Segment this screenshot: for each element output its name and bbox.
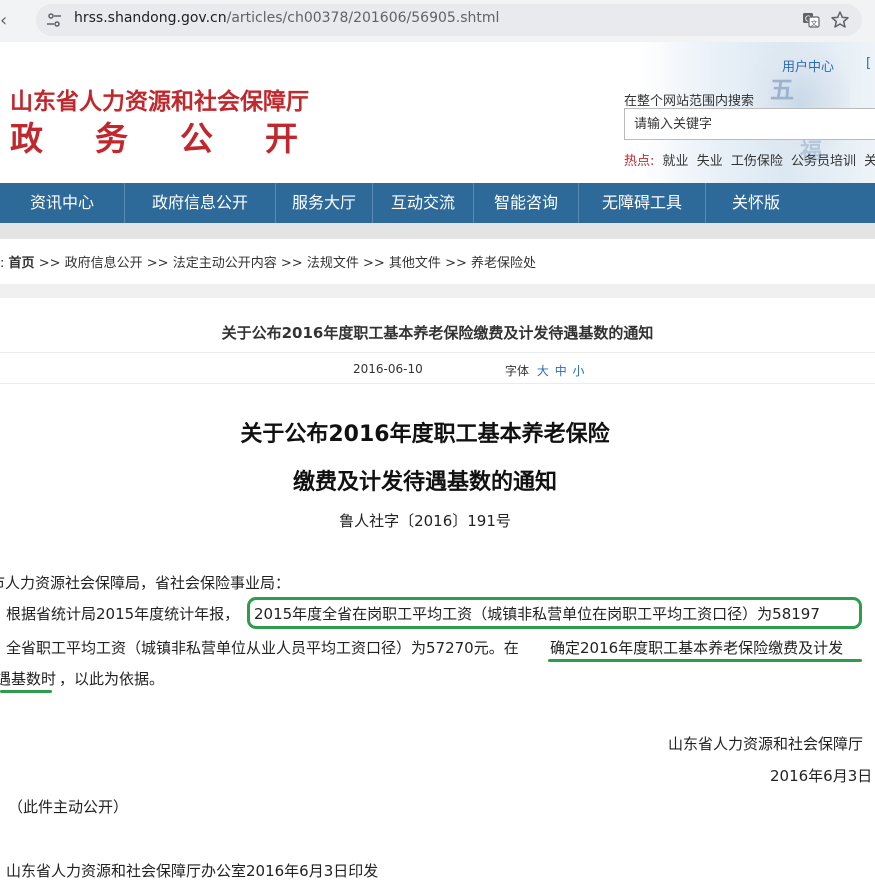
breadcrumb-sep: >> [445, 256, 467, 271]
signature-issuer: 山东省人力资源和社会保障厅 [668, 735, 864, 753]
document-number: 鲁人社字〔2016〕191号 [339, 512, 511, 530]
paragraph-line2-lead: 全省职工平均工资（城镇非私营单位从业人员平均工资口径）为57270元。在 [6, 639, 519, 657]
breadcrumb-sep: >> [280, 256, 303, 271]
breadcrumb: : 首页 >> 政府信息公开 >> 法定主动公开内容 >> 法规文件 >> 其他… [0, 252, 536, 271]
font-size-medium[interactable]: 中 [555, 364, 567, 378]
nav-item-interaction[interactable]: 互动交流 [373, 183, 473, 223]
article-title: 关于公布2016年度职工基本养老保险缴费及计发待遇基数的通知 [221, 324, 654, 342]
highlight-box [247, 597, 862, 629]
url-path: /articles/ch00378/201606/56905.shtml [226, 10, 500, 26]
hot-link[interactable]: 失业 [697, 154, 723, 169]
paragraph-line1-lead: 根据省统计局2015年度统计年报， [6, 605, 240, 623]
search-box[interactable] [624, 108, 875, 140]
url-host: hrss.shandong.gov.cn [74, 10, 227, 26]
address-bar[interactable]: hrss.shandong.gov.cn/articles/ch00378/20… [36, 4, 862, 36]
nav-item-accessibility[interactable]: 无障碍工具 [579, 183, 705, 223]
site-settings-icon[interactable] [46, 12, 62, 28]
font-size-small[interactable]: 小 [573, 364, 585, 378]
font-size-label: 字体 [505, 364, 530, 378]
deco-char: 五 [770, 75, 794, 104]
signature-date: 2016年6月3日 [770, 767, 873, 785]
site-subtitle: 政务公开 [10, 119, 350, 158]
breadcrumb-item[interactable]: 养老保险处 [471, 256, 536, 271]
user-bracket: [ [866, 56, 872, 71]
publish-date: 2016-06-10 [353, 362, 423, 376]
header-separator-band [0, 223, 875, 239]
font-size-switcher: 字体 大 中 小 [505, 362, 585, 379]
bookmark-star-icon[interactable] [830, 10, 850, 30]
main-nav: 资讯中心 政府信息公开 服务大厅 互动交流 智能咨询 无障碍工具 关怀版 [0, 183, 875, 223]
user-center-link[interactable]: 用户中心 [782, 56, 834, 75]
svg-text:文: 文 [811, 19, 818, 28]
paragraph-line2-highlight: 确定2016年度职工基本养老保险缴费及计发 [550, 639, 844, 657]
breadcrumb-item[interactable]: 法规文件 [307, 256, 359, 271]
nav-item-news[interactable]: 资讯中心 [0, 183, 124, 223]
nav-item-gov-info[interactable]: 政府信息公开 [125, 183, 275, 223]
breadcrumb-item[interactable]: 其他文件 [389, 256, 441, 271]
translate-icon[interactable]: G 文 [802, 11, 820, 29]
meta-divider [0, 352, 875, 353]
highlight-underline [548, 659, 862, 662]
highlight-underline [0, 690, 52, 693]
salutation: 市人力资源社会保障局，省社会保险事业局： [0, 574, 291, 592]
breadcrumb-sep: >> [146, 256, 169, 271]
nav-item-service-hall[interactable]: 服务大厅 [276, 183, 372, 223]
breadcrumb-home[interactable]: 首页 [9, 256, 35, 271]
font-size-large[interactable]: 大 [537, 364, 549, 378]
hot-link[interactable]: 关 [864, 154, 875, 169]
site-header: 五 福 山东省人力资源和社会保障厅 政务公开 用户中心 [ 在整个网站范围内搜索… [0, 42, 875, 183]
hot-label: 热点: [624, 154, 655, 169]
issued-by: 山东省人力资源和社会保障厅办公室2016年6月3日印发 [6, 862, 379, 880]
paragraph-line3-tail: ，以此为依据。 [59, 670, 165, 688]
breadcrumb-separator-band [0, 284, 875, 298]
document-title-line1: 关于公布2016年度职工基本养老保险 [240, 422, 610, 447]
hot-topics: 热点: 就业 失业 工伤保险 公务员培训 关 [624, 150, 875, 169]
url-text[interactable]: hrss.shandong.gov.cn/articles/ch00378/20… [74, 10, 499, 26]
hot-link[interactable]: 工伤保险 [731, 154, 783, 169]
disclosure-note: （此件主动公开） [8, 798, 129, 816]
back-arrow-icon[interactable]: ‹ [0, 10, 16, 32]
breadcrumb-sep: >> [362, 256, 385, 271]
breadcrumb-item[interactable]: 政府信息公开 [65, 256, 143, 271]
breadcrumb-prefix: : [0, 256, 5, 271]
search-input[interactable] [625, 109, 865, 139]
nav-item-care-mode[interactable]: 关怀版 [706, 183, 806, 223]
breadcrumb-item[interactable]: 法定主动公开内容 [173, 256, 277, 271]
hot-link[interactable]: 就业 [663, 154, 689, 169]
search-scope-label: 在整个网站范围内搜索 [624, 94, 755, 109]
paragraph-line3-highlight: 遇基数时 [0, 670, 57, 688]
breadcrumb-sep: >> [38, 256, 61, 271]
browser-toolbar: ‹ hrss.shandong.gov.cn/articles/ch00378/… [0, 0, 875, 42]
site-title: 山东省人力资源和社会保障厅 [10, 89, 309, 115]
hot-link[interactable]: 公务员培训 [791, 154, 856, 169]
nav-item-smart-consult[interactable]: 智能咨询 [474, 183, 578, 223]
document-title-line2: 缴费及计发待遇基数的通知 [292, 470, 557, 495]
article-header: 关于公布2016年度职工基本养老保险缴费及计发待遇基数的通知 2016-06-1… [0, 298, 875, 384]
